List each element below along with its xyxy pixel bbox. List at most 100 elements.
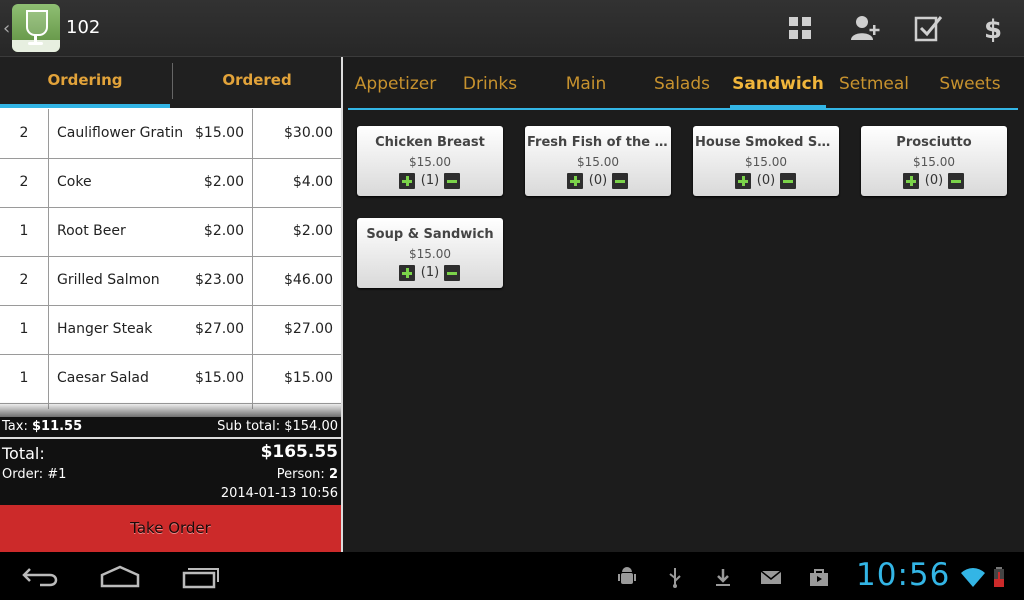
minus-icon[interactable] — [444, 173, 460, 189]
menu-item-name: House Smoked Salm... — [695, 135, 837, 150]
minus-icon[interactable] — [948, 173, 964, 189]
order-item-total: $15.00 — [284, 370, 333, 386]
minus-icon[interactable] — [780, 173, 796, 189]
grid-icon[interactable] — [784, 12, 816, 44]
menu-item-qty: (1) — [420, 265, 440, 280]
svg-text:$: $ — [984, 15, 1002, 44]
order-item-price: $15.00 — [195, 125, 244, 141]
home-icon[interactable] — [98, 562, 142, 590]
menu-item-card[interactable]: Chicken Breast $15.00 (1) — [357, 126, 503, 196]
order-datetime: 2014-01-13 10:56 — [220, 486, 338, 501]
add-person-icon[interactable] — [849, 12, 881, 44]
mail-icon — [760, 566, 782, 588]
menu-item-qty: (0) — [756, 173, 776, 188]
order-item-price: $23.00 — [195, 272, 244, 288]
menu-item-qty: (1) — [420, 173, 440, 188]
android-debug-icon — [616, 566, 638, 588]
menu-item-card[interactable]: House Smoked Salm... $15.00 (0) — [693, 126, 839, 196]
tab-salads[interactable]: Salads — [634, 57, 730, 109]
person-label: Person: — [276, 467, 325, 482]
tab-ordering[interactable]: Ordering — [0, 57, 170, 108]
menu-item-price: $15.00 — [577, 155, 619, 169]
minus-icon[interactable] — [612, 173, 628, 189]
table-number: 102 — [66, 17, 101, 38]
order-tabs: Ordering Ordered — [0, 57, 341, 108]
order-item-name: Coke — [57, 174, 92, 190]
plus-icon[interactable] — [567, 173, 583, 189]
tax-text: Tax: $11.55 — [2, 419, 82, 434]
category-underline — [348, 108, 1018, 110]
menu-item-price: $15.00 — [745, 155, 787, 169]
order-row[interactable]: 1 Root Beer $2.00 $2.00 — [0, 207, 341, 257]
order-row[interactable]: 2 Coke $2.00 $4.00 — [0, 158, 341, 208]
order-qty: 1 — [0, 305, 49, 354]
order-item-price: $2.00 — [203, 174, 244, 190]
back-icon[interactable] — [18, 562, 62, 590]
tab-drinks[interactable]: Drinks — [442, 57, 538, 109]
order-summary: Tax: $11.55 Sub total: $154.00 Total: $1… — [0, 417, 341, 505]
order-item-total: $2.00 — [292, 223, 333, 239]
menu-item-card[interactable]: Fresh Fish of the Day $15.00 (0) — [525, 126, 671, 196]
take-order-button[interactable]: Take Order — [0, 505, 341, 552]
plus-icon[interactable] — [399, 265, 415, 281]
person-value: 2 — [328, 467, 338, 482]
order-row[interactable]: 1 Caesar Salad $15.00 $15.00 — [0, 354, 341, 404]
back-chevron-icon[interactable]: ‹ — [3, 18, 10, 39]
order-item-total: $46.00 — [284, 272, 333, 288]
order-item-price: $15.00 — [195, 370, 244, 386]
menu-item-price: $15.00 — [913, 155, 955, 169]
action-bar: ‹ 102 $ — [0, 0, 1024, 57]
system-bar: 10:56 — [0, 552, 1024, 600]
download-icon — [712, 566, 734, 588]
order-row[interactable]: 2 Cauliflower Gratin $15.00 $30.00 — [0, 109, 341, 159]
qty-controls: (1) — [357, 264, 503, 282]
dollar-icon[interactable]: $ — [977, 12, 1009, 45]
plus-icon[interactable] — [903, 173, 919, 189]
menu-panel: Appetizer Drinks Main Salads Sandwich Se… — [343, 57, 1024, 552]
order-item-total: $4.00 — [292, 174, 333, 190]
qty-controls: (0) — [693, 172, 839, 190]
checklist-icon[interactable] — [912, 12, 944, 44]
order-row[interactable]: 1 Hanger Steak $27.00 $27.00 — [0, 305, 341, 355]
order-row[interactable]: 2 Grilled Salmon $23.00 $46.00 — [0, 256, 341, 306]
qty-controls: (1) — [357, 172, 503, 190]
total-value: $165.55 — [260, 442, 338, 462]
person-count: Person: 2 — [277, 467, 338, 482]
order-list: 2 Cauliflower Gratin $15.00 $30.00 2 Cok… — [0, 109, 341, 409]
qty-controls: (0) — [861, 172, 1007, 190]
recent-apps-icon[interactable] — [178, 562, 222, 590]
order-item-price: $27.00 — [195, 321, 244, 337]
order-item-name: Caesar Salad — [57, 370, 149, 386]
order-item-name: Root Beer — [57, 223, 126, 239]
menu-item-card[interactable]: Soup & Sandwich $15.00 (1) — [357, 218, 503, 288]
tab-appetizer[interactable]: Appetizer — [349, 57, 442, 109]
plus-icon[interactable] — [735, 173, 751, 189]
qty-controls: (0) — [525, 172, 671, 190]
order-number: Order: #1 — [2, 467, 67, 482]
menu-item-name: Soup & Sandwich — [366, 227, 494, 242]
plus-icon[interactable] — [399, 173, 415, 189]
battery-icon — [992, 566, 1006, 588]
minus-icon[interactable] — [444, 265, 460, 281]
order-qty: 2 — [0, 256, 49, 305]
tab-setmeal[interactable]: Setmeal — [826, 57, 922, 109]
tab-sweets[interactable]: Sweets — [922, 57, 1018, 109]
tab-sandwich[interactable]: Sandwich — [730, 57, 826, 109]
order-item-name: Hanger Steak — [57, 321, 153, 337]
menu-item-card[interactable]: Prosciutto $15.00 (0) — [861, 126, 1007, 196]
menu-item-qty: (0) — [924, 173, 944, 188]
order-item-price: $2.00 — [203, 223, 244, 239]
tab-ordered[interactable]: Ordered — [172, 57, 342, 108]
menu-item-name: Prosciutto — [896, 135, 972, 150]
tab-main[interactable]: Main — [538, 57, 634, 109]
order-panel: Ordering Ordered 2 Cauliflower Gratin $1… — [0, 57, 341, 552]
menu-item-name: Fresh Fish of the Day — [527, 135, 669, 150]
app-logo-icon[interactable] — [12, 4, 60, 52]
wifi-icon — [960, 566, 986, 588]
store-bag-icon — [808, 566, 830, 588]
tax-value: $11.55 — [31, 419, 83, 434]
subtotal-text: Sub total: $154.00 — [217, 419, 338, 434]
order-qty: 1 — [0, 354, 49, 403]
order-qty: 2 — [0, 158, 49, 207]
tax-label: Tax: — [2, 419, 28, 434]
